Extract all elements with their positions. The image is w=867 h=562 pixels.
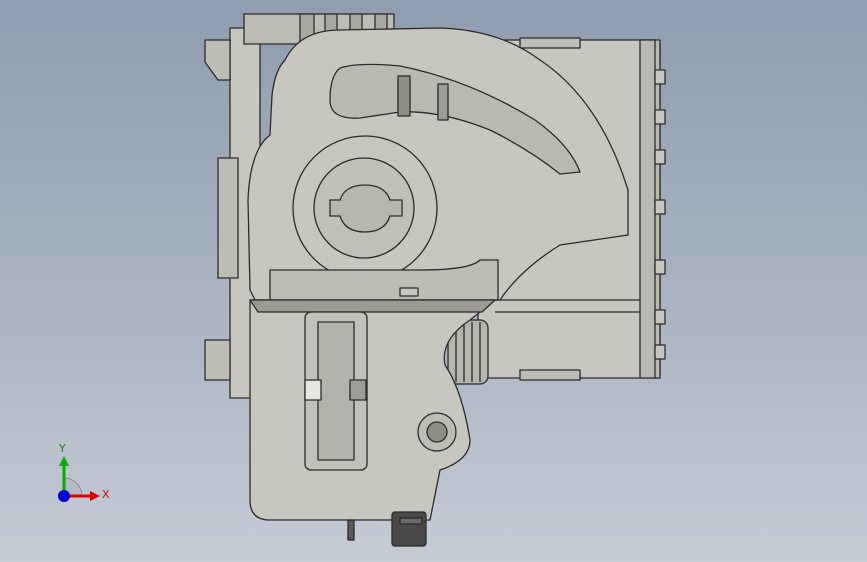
x-axis-label: X [102, 488, 110, 501]
y-axis-arrow-icon [59, 456, 69, 466]
black-pin [391, 511, 427, 547]
z-axis-dot-icon [58, 490, 70, 502]
x-axis-arrow-icon [90, 491, 100, 501]
connector-part-model[interactable] [0, 0, 867, 562]
axis-triad: Y X [58, 442, 110, 502]
3d-viewport[interactable]: Y X [0, 0, 867, 562]
y-axis-label: Y [58, 442, 66, 455]
